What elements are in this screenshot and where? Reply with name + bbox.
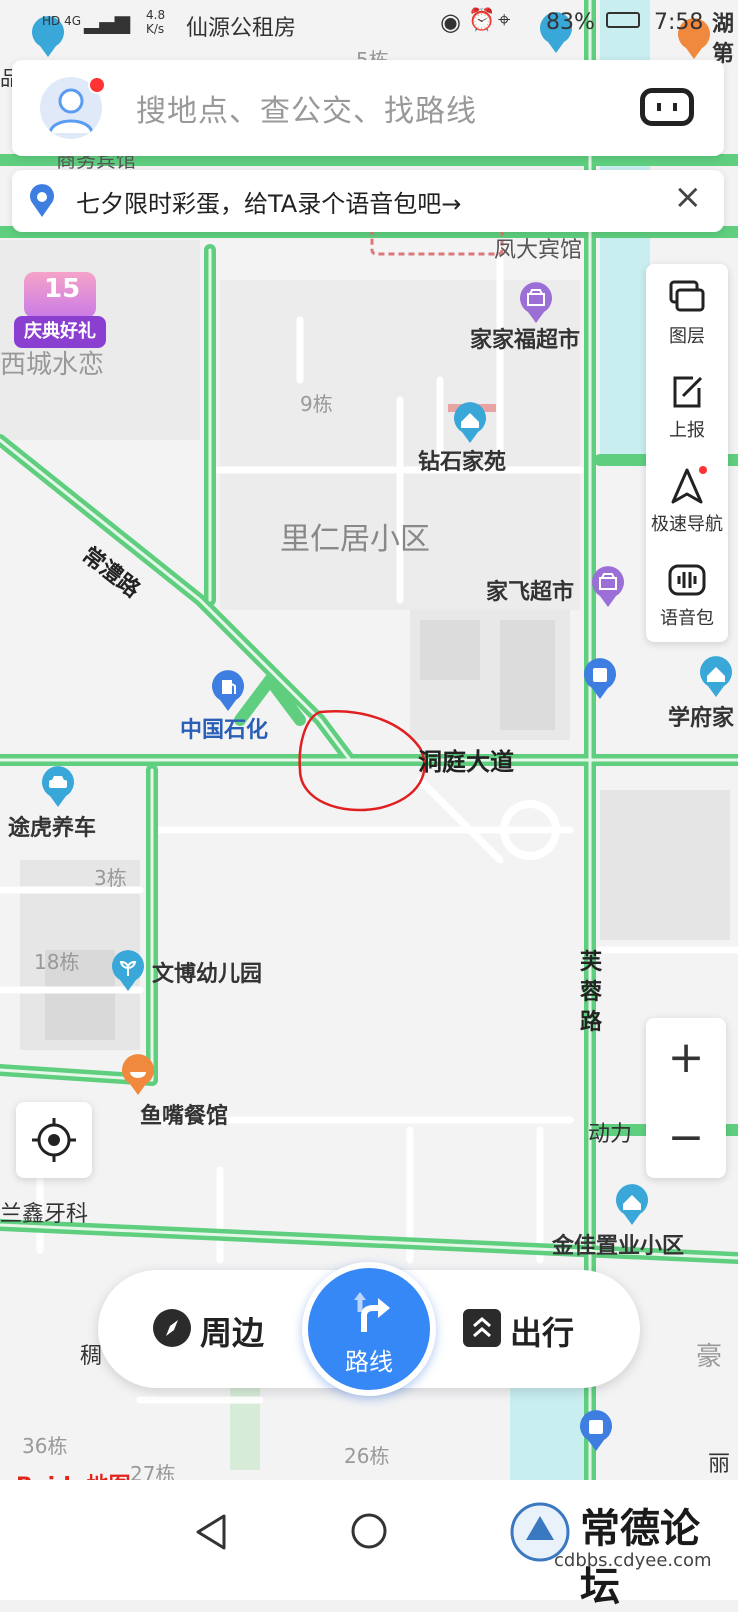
layers-button[interactable]: 图层 [646,264,728,358]
system-nav-bar: 常德论坛 cdbbs.cdyee.com [0,1480,738,1610]
side-item-label: 语音包 [660,608,714,629]
travel-label: 出行 [510,1314,575,1352]
travel-icon [463,1309,501,1347]
edge-label: 兰鑫牙科 [0,1202,89,1227]
bus-stop-icon[interactable] [578,1410,614,1452]
scan-icon[interactable] [640,88,694,126]
battery-icon [606,12,640,28]
home-icon[interactable] [350,1512,388,1550]
zoom-out-button[interactable]: − [646,1098,726,1178]
residential-icon [454,402,486,443]
carrier-badge: HD 4G [42,14,82,28]
signal-icon: ▂▄▆ [84,10,131,34]
poi-jiafei-supermarket[interactable]: 家飞超市 [486,566,636,608]
poi-label: 鱼嘴餐馆 [140,1104,229,1129]
building-label: 26栋 [344,1444,390,1468]
alarm-icon: ⏰ [468,8,496,33]
building-label: 9栋 [300,392,333,416]
school-icon [112,950,144,991]
voice-pack-icon [668,564,706,596]
route-label: 路线 [345,1348,393,1376]
search-bar[interactable]: 搜地点、查公交、找路线 [12,60,724,156]
fast-navigation-button[interactable]: 极速导航 [646,452,728,546]
side-item-label: 上报 [669,420,705,441]
promo-banner[interactable]: 七夕限时彩蛋，给TA录个语音包吧→ × [12,170,724,232]
watermark-url: cdbbs.cdyee.com [554,1550,712,1571]
building-label: 36栋 [22,1434,68,1458]
poi-jiajiafu-supermarket[interactable]: 家家福超市 [470,282,610,353]
eye-icon: ◉ [440,8,461,36]
edge-label: 豪 [696,1342,723,1372]
poi-xuefu[interactable]: 学府家 [668,656,738,731]
food-icon [122,1054,154,1095]
status-bar: HD 4G ▂▄▆ 4.8 K/s 仙源公租房 ◉ ⏰ ⌖ 83% 7:58 [0,0,738,50]
poi-label: 文博幼儿园 [152,962,263,987]
compass-icon [153,1309,191,1347]
poi-label: 家飞超市 [486,580,575,605]
area-label-fengda: 凤大宾馆 [494,238,583,263]
area-label-lirenju: 里仁居小区 [280,522,430,557]
side-item-label: 图层 [669,326,705,347]
location-icon: ⌖ [498,8,511,33]
notification-text: 仙源公租房 [186,16,297,41]
building-label: 3栋 [94,866,127,890]
crosshair-icon [32,1118,76,1162]
clock: 7:58 [654,10,704,35]
back-icon[interactable] [194,1512,228,1552]
net-speed: 4.8 K/s [146,8,166,36]
road-label-furong: 芙蓉路 [580,950,603,1035]
edge-label: 丽 [708,1452,731,1477]
car-icon [42,766,74,807]
bus-stop-icon[interactable] [582,658,618,700]
shopping-icon [520,282,552,323]
edge-label: 动力 [588,1122,633,1147]
poi-label: 学府家 [668,706,735,731]
promo-label: 庆典好礼 [14,316,106,348]
watermark: 常德论坛 cdbbs.cdyee.com [508,1494,738,1610]
zoom-in-button[interactable]: + [646,1018,726,1098]
battery-percent: 83% [546,10,595,35]
search-input[interactable]: 搜地点、查公交、找路线 [136,86,477,130]
report-button[interactable]: 上报 [646,358,728,452]
poi-label: 途虎养车 [8,816,97,841]
promo-badge[interactable]: 15 庆典好礼 [14,272,106,350]
route-arrow-icon [354,1292,390,1332]
navigation-icon [671,466,707,504]
poi-zuanshi-jiayuan[interactable]: 钻石家苑 [418,402,538,475]
nearby-label: 周边 [200,1314,265,1352]
voice-pack-button[interactable]: 语音包 [646,546,728,640]
locate-me-button[interactable] [16,1102,92,1178]
poi-wenbo-kindergarten[interactable]: 文博幼儿园 [110,950,290,992]
road-label-dongting: 洞庭大道 [418,748,514,776]
zoom-controls: + − [646,1018,726,1178]
poi-jinjia[interactable]: 金佳置业小区 [552,1184,738,1259]
route-button[interactable]: 路线 [302,1262,436,1396]
building-label: 18栋 [34,950,80,974]
report-icon [673,376,703,408]
notification-dot [88,76,106,94]
map-tools-panel: 图层 上报 极速导航 语音包 [646,264,728,642]
layers-icon [669,280,705,312]
banner-text[interactable]: 七夕限时彩蛋，给TA录个语音包吧→ [76,184,461,219]
gas-station-icon [212,670,244,711]
promo-number: 15 [44,274,81,304]
residential-icon [700,656,732,697]
poi-label: 金佳置业小区 [552,1234,685,1259]
side-item-label: 极速导航 [651,514,723,535]
location-pin-icon [30,184,54,217]
close-icon[interactable]: × [674,180,703,214]
residential-icon [616,1184,648,1225]
poi-sinopec[interactable]: 中国石化 [180,670,300,743]
poi-label: 家家福超市 [470,328,581,353]
poi-label: 钻石家苑 [418,450,507,475]
poi-tuhu-car[interactable]: 途虎养车 [8,766,128,841]
shopping-icon [592,566,624,607]
poi-label: 中国石化 [180,718,269,743]
